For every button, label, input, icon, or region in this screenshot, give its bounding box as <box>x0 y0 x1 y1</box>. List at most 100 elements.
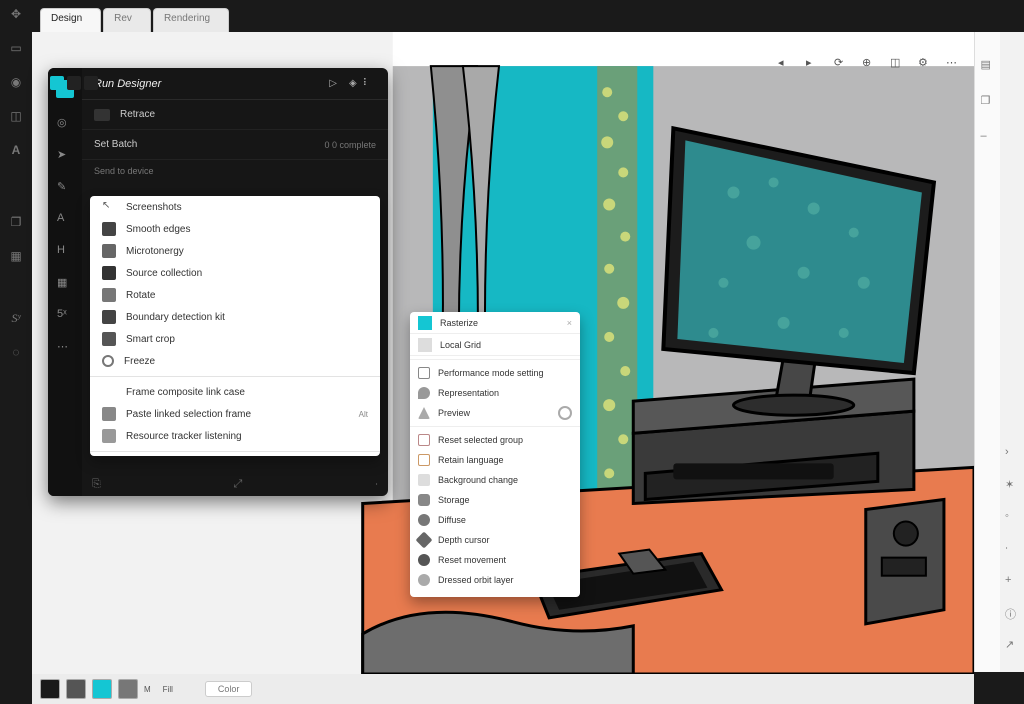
rail-eye-icon[interactable]: ◎ <box>57 116 73 130</box>
footer-dot-icon[interactable]: ∙ <box>375 478 378 490</box>
control-panel-header: Run Designer ▷ ◈ ⠇ <box>82 68 388 100</box>
control-panel-title: Run Designer <box>94 78 323 90</box>
popup-item-retain-lang[interactable]: Retain language <box>410 450 580 470</box>
popup-color-swatch <box>418 316 432 330</box>
swatch-3[interactable] <box>92 679 112 699</box>
cp-tab-3[interactable] <box>84 76 98 90</box>
more-icon[interactable]: ⋯ <box>946 56 960 70</box>
popup-swatch-2 <box>418 338 432 352</box>
s-tool-icon[interactable]: Sʸ <box>8 310 24 326</box>
popup-item-representation[interactable]: Representation <box>410 383 580 403</box>
popup-header[interactable]: Rasterize × <box>410 312 580 334</box>
arr-icon[interactable]: ↗ <box>1005 638 1019 652</box>
popup-item-depth[interactable]: Depth cursor <box>410 530 580 550</box>
tab-rev[interactable]: Rev <box>103 8 151 32</box>
nav-fwd-icon[interactable]: ▸ <box>806 56 820 70</box>
cursor-icon: ↖ <box>102 200 116 214</box>
layers-icon[interactable]: ❐ <box>981 94 995 108</box>
right-toolbar: ▤ ❐ – <box>974 32 1000 672</box>
cp-tab-2[interactable] <box>67 76 81 90</box>
canvas-top-toolbar: ◂ ▸ ⟳ ⊕ ◫ ⚙ ⋯ <box>778 56 960 80</box>
popup-item-diffuse[interactable]: Diffuse <box>410 510 580 530</box>
menu-item-smooth[interactable]: Smooth edges <box>90 218 380 240</box>
text-icon[interactable]: A <box>8 142 24 158</box>
crop-icon[interactable]: ◫ <box>8 108 24 124</box>
box-icon <box>418 474 430 486</box>
paste-icon <box>102 407 116 421</box>
popup-item-storage[interactable]: Storage <box>410 490 580 510</box>
record-icon[interactable]: ◈ <box>349 78 357 89</box>
rail-opt-icon[interactable]: ⋯ <box>57 340 73 354</box>
dot1-icon[interactable]: ◦ <box>1005 510 1019 524</box>
menu-item-screenshots[interactable]: ↖Screenshots <box>90 196 380 218</box>
plus-icon[interactable]: + <box>1005 574 1019 588</box>
control-panel-footer: ⎘ ⤢ ∙ <box>82 472 388 496</box>
cp-tab-active[interactable] <box>50 76 64 90</box>
swatch-label-fill: Fill <box>163 685 173 694</box>
row-set-batch[interactable]: Set Batch 0 0 complete <box>82 130 388 160</box>
popup-item-dressed[interactable]: Dressed orbit layer <box>410 570 580 590</box>
nav-back-icon[interactable]: ◂ <box>778 56 792 70</box>
rail-pen-icon[interactable]: ✎ <box>57 180 73 194</box>
row-retrace[interactable]: Retrace <box>82 100 388 130</box>
box-icon <box>418 434 430 446</box>
popup-item-preview[interactable]: Preview <box>410 403 580 423</box>
menu-item-source[interactable]: Source collection <box>90 262 380 284</box>
bottom-bar: M Fill Color <box>32 674 974 704</box>
popup-header-2[interactable]: Local Grid <box>410 334 580 356</box>
menu-item-paste-linked[interactable]: Paste linked selection frameAlt <box>90 403 380 425</box>
gear-icon[interactable]: ⚙ <box>918 56 932 70</box>
split-icon[interactable]: ◫ <box>890 56 904 70</box>
grid-icon[interactable]: ▦ <box>8 248 24 264</box>
square-icon <box>102 310 116 324</box>
dot2-icon[interactable]: ∙ <box>1005 542 1019 556</box>
panel-menu-icon[interactable]: ⠇ <box>363 78 370 89</box>
tab-design[interactable]: Design <box>40 8 101 32</box>
rail-h-icon[interactable]: H <box>57 244 73 258</box>
menu-item-boundary[interactable]: Boundary detection kit <box>90 306 380 328</box>
shelf-icon[interactable]: ❐ <box>8 214 24 230</box>
swatch-4[interactable] <box>118 679 138 699</box>
swatch-1[interactable] <box>40 679 60 699</box>
menu-item-frame-composite[interactable]: Frame composite link case <box>90 381 380 403</box>
doc-icon <box>102 429 116 443</box>
menu-item-microtonergy[interactable]: Microtonergy <box>90 240 380 262</box>
chevron-icon[interactable]: › <box>1005 446 1019 460</box>
menu-item-freeze[interactable]: Freeze <box>90 350 380 372</box>
menu-item-smart-crop[interactable]: Smart crop <box>90 328 380 350</box>
footer-expand-icon[interactable]: ⤢ <box>233 478 242 491</box>
popup-item-bg-change[interactable]: Background change <box>410 470 580 490</box>
eye-icon[interactable]: ◉ <box>8 74 24 90</box>
minus-icon[interactable]: – <box>981 130 995 144</box>
heal-icon[interactable]: ◌ <box>8 344 24 360</box>
refresh-icon[interactable]: ⟳ <box>834 56 848 70</box>
rail-text-icon[interactable]: A <box>57 212 73 226</box>
cone-icon <box>418 407 430 419</box>
rail-arrow-icon[interactable]: ➤ <box>57 148 73 162</box>
bottom-field[interactable]: Color <box>205 681 253 697</box>
tab-rendering[interactable]: Rendering <box>153 8 229 32</box>
info-icon[interactable]: ⓘ <box>1005 606 1019 620</box>
play-icon[interactable]: ▷ <box>329 78 337 89</box>
rail-grid-icon[interactable]: ▦ <box>57 276 73 290</box>
popup-item-reset-group[interactable]: Reset selected group <box>410 430 580 450</box>
spinner-icon <box>558 406 572 420</box>
diamond-icon <box>416 532 433 549</box>
square-icon <box>102 266 116 280</box>
box-icon <box>418 454 430 466</box>
popup-item-performance[interactable]: Performance mode setting <box>410 363 580 383</box>
doc-icon[interactable]: ▤ <box>981 58 995 72</box>
zoom-icon[interactable]: ⊕ <box>862 56 876 70</box>
select-icon[interactable]: ▭ <box>8 40 24 56</box>
move-icon[interactable]: ✥ <box>8 6 24 22</box>
swatch-2[interactable] <box>66 679 86 699</box>
cog-icon[interactable]: ✶ <box>1005 478 1019 492</box>
menu-separator <box>90 451 380 452</box>
popup-item-reset-move[interactable]: Reset movement <box>410 550 580 570</box>
rail-5x-icon[interactable]: 5ˣ <box>57 308 73 322</box>
close-icon[interactable]: × <box>567 318 572 328</box>
footer-cast-icon[interactable]: ⎘ <box>92 478 101 491</box>
menu-item-resource-tracker[interactable]: Resource tracker listening <box>90 425 380 447</box>
menu-item-rotate[interactable]: Rotate <box>90 284 380 306</box>
square-icon <box>102 222 116 236</box>
